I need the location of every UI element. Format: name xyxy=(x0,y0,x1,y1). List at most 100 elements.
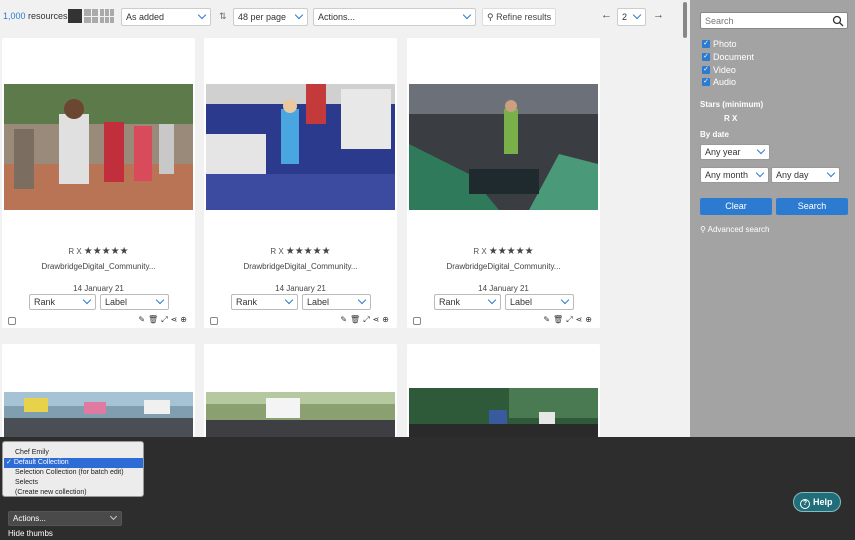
resource-card[interactable] xyxy=(2,344,195,437)
chevron-down-icon xyxy=(109,512,118,521)
collection-actions-select[interactable]: Actions... xyxy=(8,511,122,526)
page-select[interactable]: 2 xyxy=(617,8,646,26)
resource-card[interactable] xyxy=(204,344,397,437)
rating-clear-label[interactable]: R X xyxy=(270,247,283,256)
share-icon[interactable]: ⋖ xyxy=(576,315,583,325)
type-photo-checkbox[interactable]: ✓ Photo xyxy=(702,39,737,49)
check-icon: ✓ xyxy=(702,66,710,74)
expand-icon[interactable]: ⤢ xyxy=(161,315,167,325)
select-checkbox[interactable] xyxy=(210,317,218,325)
resource-filename: DrawbridgeDigital_Community... xyxy=(446,262,561,271)
check-icon: ✓ xyxy=(702,78,710,86)
delete-icon[interactable]: 🗑 xyxy=(553,315,563,325)
chevron-down-icon xyxy=(632,10,642,20)
select-checkbox[interactable] xyxy=(413,317,421,325)
advanced-search-link[interactable]: ⚲ Advanced search xyxy=(700,225,769,234)
delete-icon[interactable]: 🗑 xyxy=(350,315,360,325)
resource-thumbnail[interactable] xyxy=(4,392,193,437)
add-icon[interactable]: ⊕ xyxy=(180,315,187,325)
share-icon[interactable]: ⋖ xyxy=(373,315,380,325)
chevron-down-icon xyxy=(826,168,836,178)
star-rating[interactable]: ★★★★★ xyxy=(489,246,534,257)
rank-select[interactable]: Rank xyxy=(29,294,96,310)
edit-icon[interactable]: ✎ xyxy=(543,315,550,325)
resource-date: 14 January 21 xyxy=(478,284,529,293)
share-icon[interactable]: ⋖ xyxy=(171,315,178,325)
label-select[interactable]: Label xyxy=(100,294,169,310)
collection-option[interactable]: Selection Collection (for batch edit) xyxy=(15,468,124,478)
resource-thumbnail[interactable] xyxy=(206,84,395,210)
delete-icon[interactable]: 🗑 xyxy=(148,315,158,325)
add-icon[interactable]: ⊕ xyxy=(382,315,389,325)
actions-select[interactable]: Actions... xyxy=(313,8,476,26)
star-rating[interactable]: ★★★★★ xyxy=(286,246,331,257)
chevron-down-icon xyxy=(294,10,304,20)
resource-thumbnail[interactable] xyxy=(409,84,598,210)
collection-option[interactable]: Selects xyxy=(15,478,38,488)
edit-icon[interactable]: ✎ xyxy=(138,315,145,325)
label-select[interactable]: Label xyxy=(302,294,371,310)
stars-minimum-selector[interactable]: R X xyxy=(724,114,737,123)
edit-icon[interactable]: ✎ xyxy=(340,315,347,325)
type-audio-checkbox[interactable]: ✓ Audio xyxy=(702,77,736,87)
resource-thumbnail[interactable] xyxy=(4,84,193,210)
rank-select[interactable]: Rank xyxy=(434,294,501,310)
stars-minimum-label: Stars (minimum) xyxy=(700,100,764,109)
search-sidebar: Search ✓ Photo ✓ Document ✓ Video ✓ Audio St… xyxy=(690,0,855,437)
collection-option-selected[interactable]: ✓ Default Collection xyxy=(4,458,143,468)
add-icon[interactable]: ⊕ xyxy=(585,315,592,325)
chevron-down-icon xyxy=(755,168,765,178)
clear-button[interactable]: Clear xyxy=(700,198,772,215)
collection-option[interactable]: Chef Emily xyxy=(15,448,49,458)
expand-icon[interactable]: ⤢ xyxy=(566,315,572,325)
rating-clear-label[interactable]: R X xyxy=(68,247,81,256)
resource-card[interactable] xyxy=(407,344,600,437)
large-thumbs-view-icon[interactable] xyxy=(68,9,82,23)
next-page-icon[interactable]: → xyxy=(653,9,664,21)
list-view-icon[interactable] xyxy=(100,9,114,23)
help-button[interactable]: ? Help xyxy=(793,492,841,512)
resource-card[interactable]: R X ★★★★★ DrawbridgeDigital_Community... … xyxy=(2,38,195,328)
resource-card[interactable]: R X ★★★★★ DrawbridgeDigital_Community... … xyxy=(407,38,600,328)
refine-results-button[interactable]: ⚲ Refine results xyxy=(482,8,557,26)
search-icon: ⚲ xyxy=(487,12,494,22)
resource-thumbnail[interactable] xyxy=(409,388,598,437)
chevron-down-icon xyxy=(462,10,472,20)
collection-dropdown[interactable]: Chef Emily ✓ Default Collection Selectio… xyxy=(2,441,144,497)
expand-icon[interactable]: ⤢ xyxy=(363,315,369,325)
label-select[interactable]: Label xyxy=(505,294,574,310)
month-select[interactable]: Any month xyxy=(700,167,769,183)
by-date-label: By date xyxy=(700,130,729,139)
resource-date: 14 January 21 xyxy=(73,284,124,293)
search-button[interactable]: Search xyxy=(776,198,848,215)
type-video-checkbox[interactable]: ✓ Video xyxy=(702,65,736,75)
prev-page-icon[interactable]: ← xyxy=(601,9,612,21)
sidebar-search-input[interactable]: Search xyxy=(700,12,848,29)
type-document-checkbox[interactable]: ✓ Document xyxy=(702,52,754,62)
chevron-down-icon xyxy=(197,10,207,20)
rank-select[interactable]: Rank xyxy=(231,294,298,310)
resource-tools: ✎ 🗑 ⤢ ⋖ ⊕ xyxy=(543,315,592,325)
small-thumbs-view-icon[interactable] xyxy=(84,9,98,23)
resource-card[interactable]: R X ★★★★★ DrawbridgeDigital_Community... … xyxy=(204,38,397,328)
hide-thumbs-link[interactable]: Hide thumbs xyxy=(8,529,53,538)
star-rating[interactable]: ★★★★★ xyxy=(84,246,129,257)
resource-thumbnail[interactable] xyxy=(206,392,395,437)
per-page-select[interactable]: 48 per page xyxy=(233,8,308,26)
results-scrollbar[interactable] xyxy=(680,0,690,437)
chevron-down-icon xyxy=(284,295,294,305)
select-checkbox[interactable] xyxy=(8,317,16,325)
year-select[interactable]: Any year xyxy=(700,144,770,160)
rating-clear-label[interactable]: R X xyxy=(473,247,486,256)
collection-option[interactable]: (Create new collection) xyxy=(15,488,87,498)
resource-tools: ✎ 🗑 ⤢ ⋖ ⊕ xyxy=(340,315,389,325)
question-icon: ? xyxy=(800,499,810,509)
day-select[interactable]: Any day xyxy=(771,167,840,183)
sort-select[interactable]: As added xyxy=(121,8,211,26)
results-toolbar: 1,000 resources As added ⇅ 48 per page A… xyxy=(0,0,680,34)
scrollbar-thumb[interactable] xyxy=(683,2,687,38)
resource-filename: DrawbridgeDigital_Community... xyxy=(41,262,156,271)
resource-date: 14 January 21 xyxy=(275,284,326,293)
sort-direction-icon[interactable]: ⇅ xyxy=(219,11,227,22)
search-icon[interactable] xyxy=(832,15,844,27)
